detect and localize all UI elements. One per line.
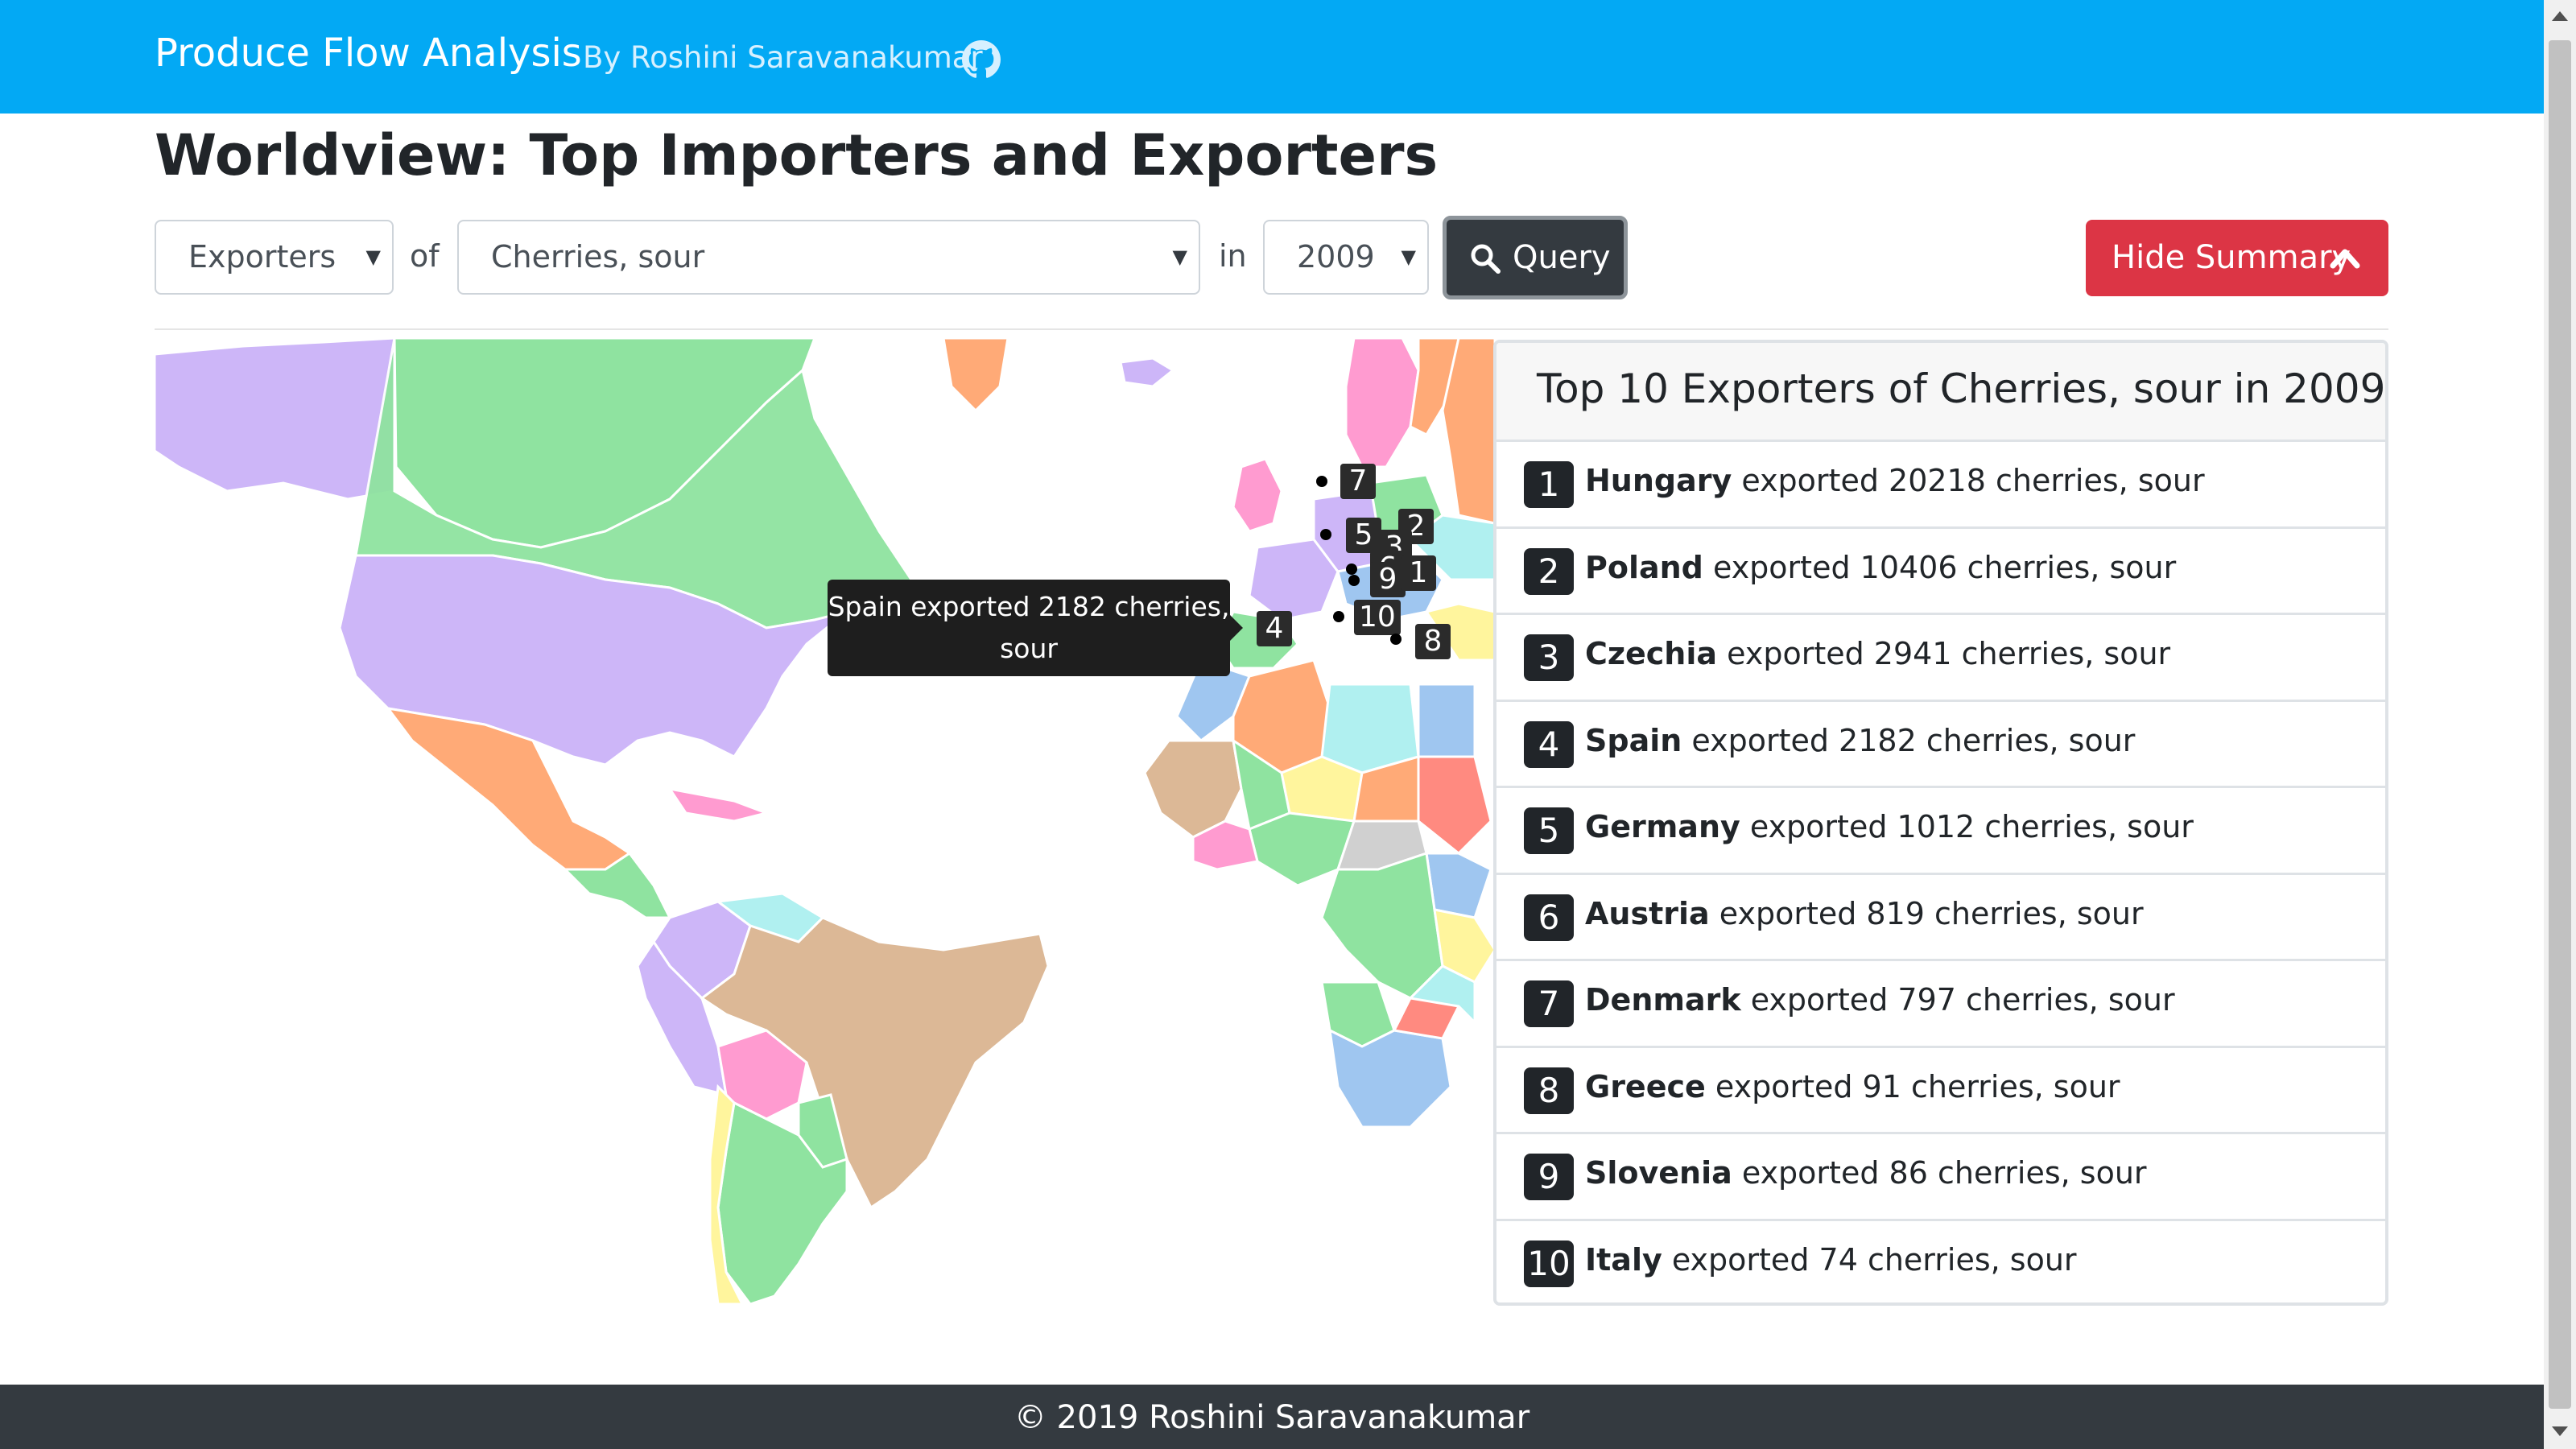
hide-summary-button[interactable]: Hide Summary [2086, 220, 2388, 296]
region-scandinavia[interactable] [1344, 338, 1420, 469]
region-iceland[interactable] [1119, 357, 1175, 388]
github-icon[interactable] [962, 40, 1001, 79]
list-item: 8 Greece exported 91 cherries, sour [1496, 1048, 2385, 1134]
type-select-value: Exporters [188, 239, 336, 275]
year-select[interactable]: 2009 ▼ [1263, 220, 1429, 295]
search-icon [1471, 244, 1501, 274]
in-label: in [1219, 238, 1247, 274]
brand-link[interactable]: Produce Flow Analysis [155, 31, 582, 76]
map-tooltip: Spain exported 2182 cherries, sour [828, 580, 1230, 676]
marker-label[interactable]: 1 [1401, 555, 1436, 591]
hide-summary-label: Hide Summary [2112, 239, 2351, 276]
country-name: Czechia [1585, 636, 1718, 671]
divider [155, 328, 2388, 330]
of-label: of [410, 238, 440, 274]
marker-label[interactable]: 10 [1354, 600, 1401, 635]
rank-badge: 3 [1524, 634, 1574, 681]
export-text: exported 74 cherries, sour [1671, 1241, 2077, 1278]
export-text: exported 91 cherries, sour [1715, 1068, 2120, 1104]
summary-header: Top 10 Exporters of Cherries, sour in 20… [1496, 343, 2385, 442]
rank-badge: 10 [1524, 1240, 1574, 1287]
country-name: Italy [1585, 1241, 1662, 1278]
query-button[interactable]: Query [1443, 216, 1628, 299]
list-item: 7 Denmark exported 797 cherries, sour [1496, 961, 2385, 1048]
summary-panel: Top 10 Exporters of Cherries, sour in 20… [1493, 340, 2388, 1306]
query-button-label: Query [1513, 239, 1611, 276]
marker-label[interactable]: 7 [1340, 464, 1376, 499]
country-name: Greece [1585, 1068, 1706, 1104]
scroll-up-icon[interactable] [2552, 11, 2568, 21]
marker-dot[interactable] [1333, 611, 1344, 622]
region-svalbard[interactable] [942, 338, 1009, 413]
rank-badge: 9 [1524, 1154, 1574, 1200]
scroll-down-icon[interactable] [2552, 1426, 2568, 1436]
world-map[interactable] [155, 338, 1495, 1308]
list-item: 6 Austria exported 819 cherries, sour [1496, 875, 2385, 961]
year-select-value: 2009 [1297, 239, 1375, 275]
rank-badge: 5 [1524, 807, 1574, 854]
region-libya[interactable] [1320, 683, 1420, 774]
author-link[interactable]: By Roshini Saravanakumar [583, 40, 983, 75]
summary-title: Top 10 Exporters of Cherries, sour in 20… [1537, 365, 2386, 412]
product-select-value: Cherries, sour [491, 239, 705, 275]
export-text: exported 819 cherries, sour [1719, 895, 2144, 931]
marker-dot[interactable] [1390, 634, 1402, 645]
country-name: Germany [1585, 809, 1740, 844]
export-text: exported 797 cherries, sour [1750, 982, 2175, 1018]
chevron-down-icon: ▼ [1172, 246, 1187, 268]
footer: © 2019 Roshini Saravanakumar [0, 1385, 2544, 1449]
list-item: 9 Slovenia exported 86 cherries, sour [1496, 1134, 2385, 1221]
marker-label[interactable]: 4 [1257, 611, 1292, 646]
rank-badge: 7 [1524, 980, 1574, 1027]
list-item: 10 Italy exported 74 cherries, sour [1496, 1221, 2385, 1303]
export-text: exported 10406 cherries, sour [1712, 549, 2177, 585]
country-name: Spain [1585, 722, 1682, 758]
list-item: 2 Poland exported 10406 cherries, sour [1496, 529, 2385, 615]
scrollbar-thumb[interactable] [2549, 40, 2571, 1409]
country-name: Denmark [1585, 982, 1741, 1018]
list-item: 4 Spain exported 2182 cherries, sour [1496, 702, 2385, 788]
country-name: Slovenia [1585, 1155, 1732, 1191]
export-text: exported 86 cherries, sour [1741, 1155, 2147, 1191]
export-text: exported 2182 cherries, sour [1691, 722, 2136, 758]
region-alaska[interactable] [155, 338, 396, 501]
region-uk[interactable] [1232, 457, 1283, 533]
rank-badge: 6 [1524, 894, 1574, 941]
country-name: Hungary [1585, 463, 1732, 498]
marker-dot[interactable] [1316, 476, 1327, 487]
marker-dot[interactable] [1348, 575, 1360, 586]
region-congo[interactable] [1320, 852, 1444, 1000]
chevron-down-icon: ▼ [365, 246, 381, 268]
list-item: 5 Germany exported 1012 cherries, sour [1496, 788, 2385, 875]
chevron-down-icon: ▼ [1401, 246, 1416, 268]
chevron-up-icon [2330, 249, 2360, 269]
export-text: exported 1012 cherries, sour [1749, 809, 2194, 844]
region-southern-africa[interactable] [1328, 1028, 1452, 1129]
marker-dot[interactable] [1346, 564, 1357, 575]
export-text: exported 2941 cherries, sour [1727, 636, 2171, 671]
region-caribbean[interactable] [667, 786, 771, 823]
product-select[interactable]: Cherries, sour ▼ [457, 220, 1200, 295]
marker-label[interactable]: 8 [1415, 624, 1451, 659]
country-name: Austria [1585, 895, 1710, 931]
region-egypt[interactable] [1417, 683, 1476, 758]
rank-badge: 2 [1524, 547, 1574, 595]
rank-badge: 8 [1524, 1067, 1574, 1114]
list-item: 3 Czechia exported 2941 cherries, sour [1496, 615, 2385, 702]
export-text: exported 20218 cherries, sour [1741, 463, 2205, 498]
type-select[interactable]: Exporters ▼ [155, 220, 394, 295]
region-ethiopia[interactable] [1425, 852, 1492, 919]
list-item: 1 Hungary exported 20218 cherries, sour [1496, 442, 2385, 529]
rank-badge: 4 [1524, 720, 1574, 768]
page-title: Worldview: Top Importers and Exporters [155, 122, 1439, 188]
marker-dot[interactable] [1320, 529, 1331, 540]
rank-badge: 1 [1524, 461, 1574, 508]
footer-copyright: © 2019 Roshini Saravanakumar [1013, 1399, 1530, 1436]
tooltip-arrow [1230, 615, 1243, 641]
navbar: Produce Flow Analysis By Roshini Saravan… [0, 0, 2544, 114]
country-name: Poland [1585, 549, 1703, 585]
region-sudan[interactable] [1417, 755, 1492, 856]
